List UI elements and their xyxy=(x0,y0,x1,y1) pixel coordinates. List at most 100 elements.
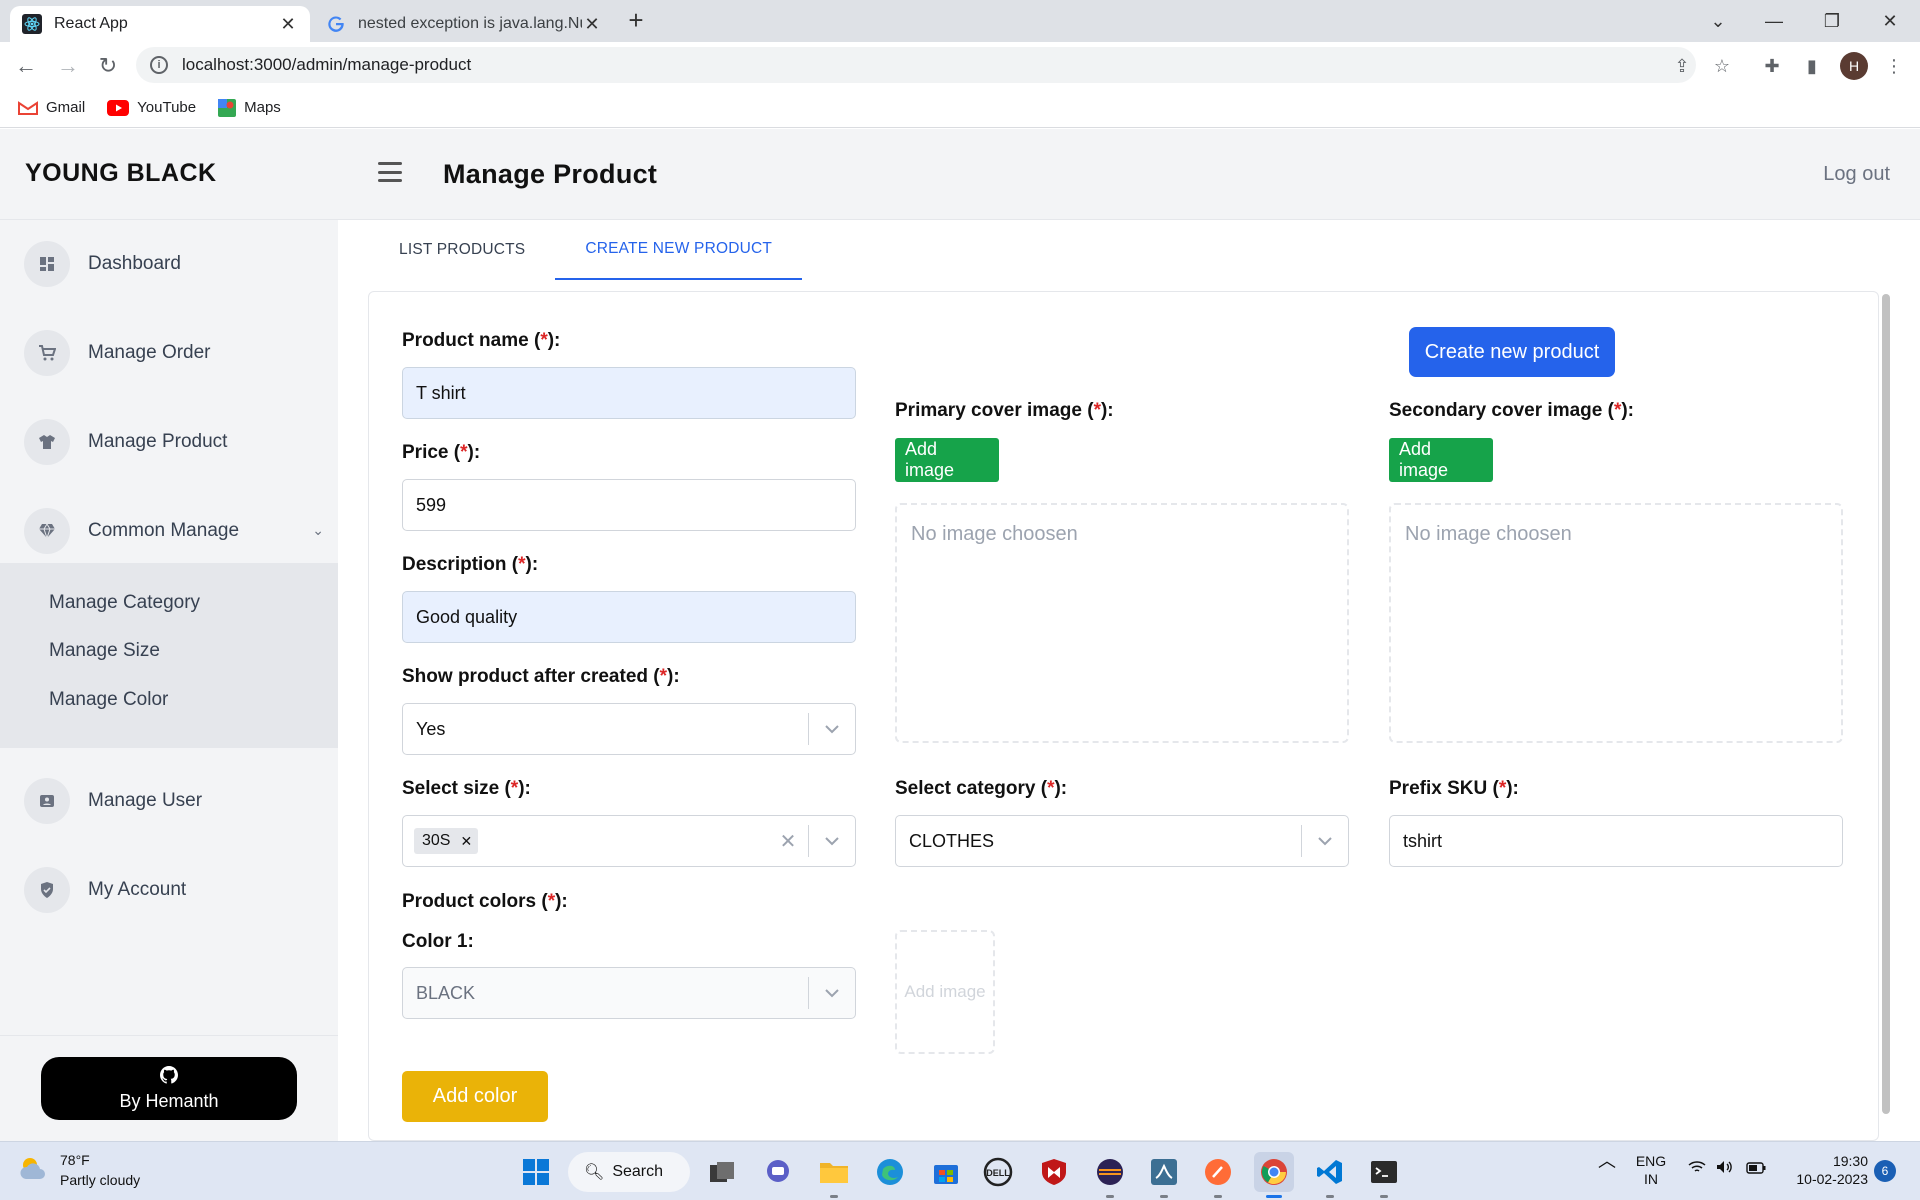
category-select[interactable]: CLOTHES xyxy=(895,815,1349,867)
sidebar-item-dashboard[interactable]: Dashboard xyxy=(24,240,324,288)
sidebar-item-manage-category[interactable]: Manage Category xyxy=(49,592,200,614)
sidebar-item-manage-user[interactable]: Manage User xyxy=(24,777,324,825)
logout-button[interactable]: Log out xyxy=(1823,163,1890,186)
sidebar-item-label: Common Manage xyxy=(88,520,240,541)
new-tab-button[interactable]: + xyxy=(622,6,650,36)
bookmark-label: Maps xyxy=(244,99,281,116)
page-title: Manage Product xyxy=(443,159,658,189)
size-multiselect[interactable]: 30S ✕ ✕ xyxy=(402,815,856,867)
color-1-select[interactable]: BLACK xyxy=(402,967,856,1019)
chevron-down-icon[interactable] xyxy=(1302,836,1348,846)
content-scrollbar[interactable] xyxy=(1879,291,1891,1141)
sidebar-item-common-manage[interactable]: Common Manage ⌄ xyxy=(24,507,324,555)
dell-icon[interactable]: DELL xyxy=(978,1152,1018,1192)
clock[interactable]: 19:30 10-02-2023 xyxy=(1788,1152,1868,1188)
maximize-button[interactable]: ❐ xyxy=(1804,0,1860,42)
tab-list-products[interactable]: LIST PRODUCTS xyxy=(369,220,555,280)
language-indicator[interactable]: ENG IN xyxy=(1634,1152,1668,1188)
postman-icon[interactable] xyxy=(1198,1152,1238,1198)
hamburger-menu-icon[interactable] xyxy=(378,162,402,182)
tab-create-new-product[interactable]: CREATE NEW PRODUCT xyxy=(555,220,803,280)
bookmark-youtube[interactable]: YouTube xyxy=(107,99,196,116)
sidebar-item-manage-product[interactable]: Manage Product xyxy=(24,418,324,466)
profile-avatar[interactable]: H xyxy=(1840,52,1868,80)
chrome-icon[interactable] xyxy=(1254,1152,1294,1198)
back-icon[interactable]: ← xyxy=(10,50,42,82)
extensions-icon[interactable]: ✚ xyxy=(1756,50,1788,82)
input-value: Good quality xyxy=(416,606,518,627)
teams-chat-icon[interactable] xyxy=(758,1152,798,1192)
gmail-icon xyxy=(18,100,38,116)
sidebar-item-manage-order[interactable]: Manage Order xyxy=(24,329,324,377)
tab-search-icon[interactable]: ⌄ xyxy=(1690,0,1746,42)
reload-icon[interactable]: ↻ xyxy=(92,50,124,82)
time: 19:30 xyxy=(1832,1153,1868,1169)
forward-icon[interactable]: → xyxy=(52,50,84,82)
file-explorer-icon[interactable] xyxy=(814,1152,854,1198)
product-name-input[interactable]: T shirt xyxy=(402,367,856,419)
browser-tab-react-app[interactable]: React App ✕ xyxy=(10,6,310,42)
battery-icon[interactable] xyxy=(1746,1160,1766,1178)
browser-tab-google[interactable]: nested exception is java.lang.Null ✕ xyxy=(314,6,614,42)
mysql-workbench-icon[interactable] xyxy=(1144,1152,1184,1198)
clear-icon[interactable]: ✕ xyxy=(768,829,808,854)
app-root: YOUNG BLACK Dashboard Manage Order Manag… xyxy=(0,129,1920,1141)
share-icon[interactable]: ⇪ xyxy=(1666,50,1698,82)
bookmark-star-icon[interactable]: ☆ xyxy=(1706,50,1738,82)
minimize-button[interactable]: — xyxy=(1746,0,1802,42)
select-value: BLACK xyxy=(416,982,476,1003)
chevron-down-icon[interactable] xyxy=(809,988,855,998)
remove-chip-icon[interactable]: ✕ xyxy=(460,833,472,850)
volume-icon[interactable] xyxy=(1716,1160,1734,1178)
github-credit-button[interactable]: By Hemanth xyxy=(41,1057,297,1120)
terminal-icon[interactable] xyxy=(1364,1152,1404,1198)
select-size-label: Select size (*): xyxy=(402,778,531,799)
close-tab-icon[interactable]: ✕ xyxy=(582,14,602,35)
browser-toolbar: ← → ↻ i localhost:3000/admin/manage-prod… xyxy=(0,42,1920,88)
add-color-button[interactable]: Add color xyxy=(402,1071,548,1122)
close-window-button[interactable]: ✕ xyxy=(1862,0,1918,42)
secondary-image-dropzone[interactable]: No image choosen xyxy=(1389,503,1843,743)
chevron-down-icon[interactable] xyxy=(809,836,855,846)
close-tab-icon[interactable]: ✕ xyxy=(278,14,298,35)
dashboard-icon xyxy=(24,241,70,287)
notification-badge[interactable]: 6 xyxy=(1874,1160,1896,1182)
microsoft-store-icon[interactable] xyxy=(926,1152,966,1192)
bookmark-gmail[interactable]: Gmail xyxy=(18,99,85,116)
address-bar[interactable]: i localhost:3000/admin/manage-product xyxy=(136,47,1696,83)
brand-logo[interactable]: YOUNG BLACK xyxy=(25,159,217,188)
bookmark-maps[interactable]: Maps xyxy=(218,98,281,117)
description-input[interactable]: Good quality xyxy=(402,591,856,643)
create-new-product-button[interactable]: Create new product xyxy=(1409,327,1615,377)
price-input[interactable]: 599 xyxy=(402,479,856,531)
side-panel-icon[interactable]: ▮ xyxy=(1796,50,1828,82)
prefix-sku-input[interactable]: tshirt xyxy=(1389,815,1843,867)
eclipse-icon[interactable] xyxy=(1090,1152,1130,1198)
edge-icon[interactable] xyxy=(870,1152,910,1192)
sidebar-item-label: Manage Product xyxy=(88,431,228,452)
secondary-add-image-button[interactable]: Add image xyxy=(1389,438,1493,482)
color-image-dropzone[interactable]: Add image xyxy=(895,930,995,1054)
site-info-icon[interactable]: i xyxy=(150,56,168,74)
sidebar-item-my-account[interactable]: My Account xyxy=(24,866,324,914)
input-value: T shirt xyxy=(416,382,466,403)
chevron-down-icon[interactable] xyxy=(809,724,855,734)
primary-image-dropzone[interactable]: No image choosen xyxy=(895,503,1349,743)
show-hidden-icons-icon[interactable]: ︿ xyxy=(1598,1152,1616,1170)
menu-kebab-icon[interactable]: ⋮ xyxy=(1878,50,1910,82)
primary-add-image-button[interactable]: Add image xyxy=(895,438,999,482)
vscode-icon[interactable] xyxy=(1310,1152,1350,1198)
task-view-icon[interactable] xyxy=(702,1152,742,1192)
taskbar-search[interactable]: 🔍︎ Search xyxy=(568,1152,690,1192)
windows-start-icon[interactable] xyxy=(516,1152,556,1192)
search-icon: 🔍︎ xyxy=(584,1164,605,1181)
mcafee-icon[interactable] xyxy=(1034,1152,1074,1192)
weather-widget[interactable]: 78°F Partly cloudy xyxy=(18,1150,140,1190)
wifi-icon[interactable] xyxy=(1688,1160,1706,1178)
weather-desc: Partly cloudy xyxy=(60,1172,141,1188)
sidebar-item-manage-color[interactable]: Manage Color xyxy=(49,689,168,711)
scrollbar-thumb[interactable] xyxy=(1882,294,1890,1114)
sidebar-item-manage-size[interactable]: Manage Size xyxy=(49,640,160,662)
svg-text:DELL: DELL xyxy=(986,1168,1010,1178)
show-product-select[interactable]: Yes xyxy=(402,703,856,755)
